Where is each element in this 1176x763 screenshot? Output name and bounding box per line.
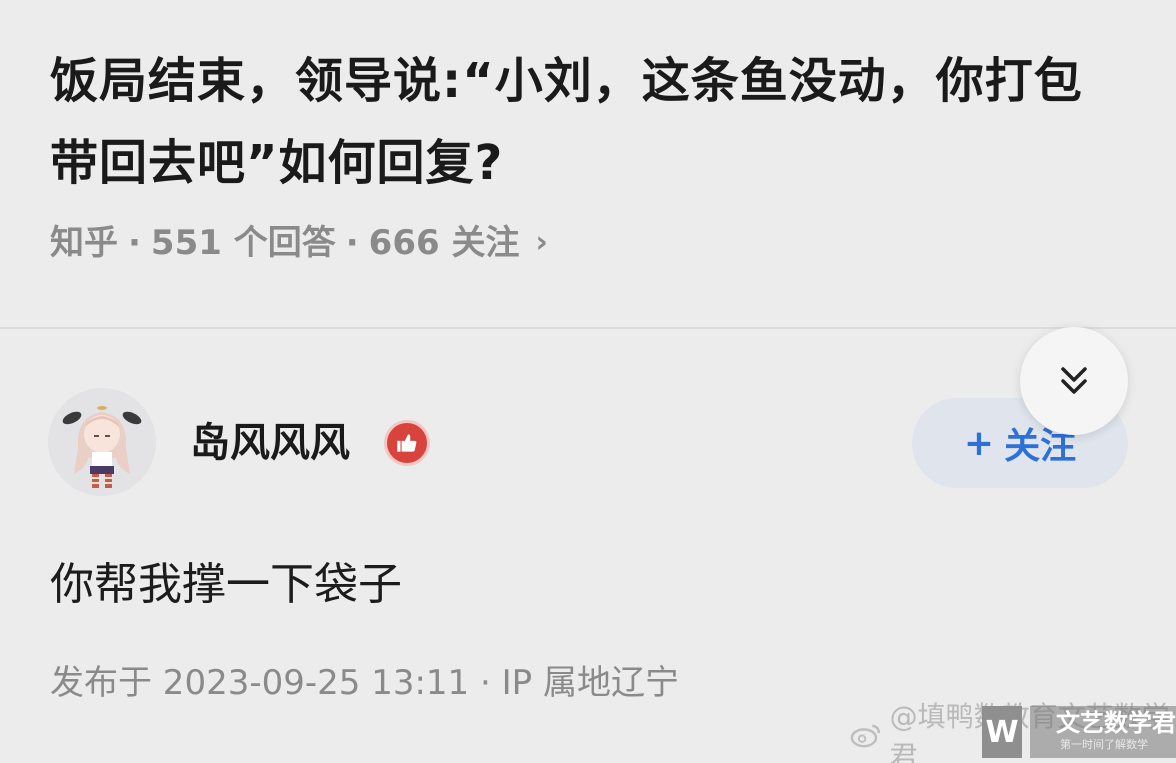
avatar[interactable]: [48, 388, 156, 496]
expand-button[interactable]: [1020, 327, 1128, 435]
watermark-brand: 文艺数学君: [1056, 709, 1176, 737]
chevron-right-icon: ›: [535, 225, 548, 260]
answer-content[interactable]: 你帮我撑一下袋子: [50, 553, 402, 617]
double-chevron-down-icon: [1061, 367, 1087, 394]
watermark-brand-sub: 第一时间了解数学: [1060, 738, 1148, 751]
weibo-icon: [850, 724, 880, 748]
thumbs-up-icon: [384, 420, 430, 466]
meta-separator: ·: [345, 223, 359, 263]
answer-count: 551 个回答: [150, 223, 336, 263]
follower-count: 666 关注: [368, 223, 520, 263]
question-title[interactable]: 饭局结束，领导说:“小刘，这条鱼没动，你打包带回去吧”如何回复?: [50, 40, 1110, 204]
avatar-illustration: [48, 388, 156, 496]
author-name[interactable]: 岛风风风: [190, 415, 350, 471]
source-label: 知乎: [50, 223, 118, 263]
meta-separator: ·: [128, 223, 141, 263]
answer-page: 饭局结束，领导说:“小刘，这条鱼没动，你打包带回去吧”如何回复? 知乎 · 55…: [0, 0, 1176, 763]
divider: [0, 327, 1176, 329]
question-meta[interactable]: 知乎 · 551 个回答 · 666 关注 ›: [50, 218, 548, 268]
watermark-logo: W: [982, 706, 1022, 758]
publish-info: 发布于 2023-09-25 13:11 · IP 属地辽宁: [50, 663, 679, 703]
plus-icon: +: [963, 422, 995, 464]
